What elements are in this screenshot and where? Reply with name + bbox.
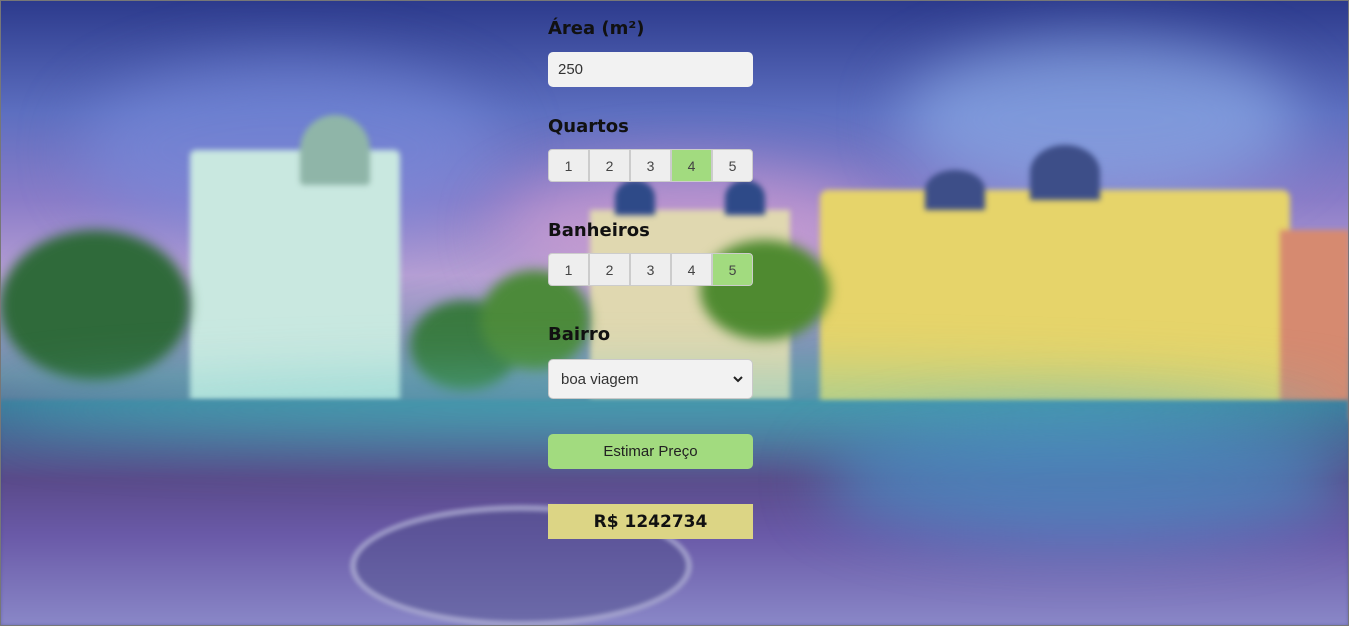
area-label: Área (m²) — [548, 18, 645, 39]
quartos-selector: 1 2 3 4 5 — [548, 149, 753, 182]
bairro-selected-value: boa viagem — [561, 370, 639, 388]
banheiros-option-5[interactable]: 5 — [712, 253, 753, 286]
area-input[interactable] — [548, 52, 753, 87]
banheiros-label: Banheiros — [548, 220, 650, 241]
estimate-price-button[interactable]: Estimar Preço — [548, 434, 753, 469]
quartos-label: Quartos — [548, 116, 629, 137]
quartos-option-3[interactable]: 3 — [630, 149, 671, 182]
price-estimator-form: Área (m²) Quartos 1 2 3 4 5 Banheiros 1 … — [548, 18, 753, 539]
banheiros-option-4[interactable]: 4 — [671, 253, 712, 286]
quartos-option-1[interactable]: 1 — [548, 149, 589, 182]
quartos-option-4[interactable]: 4 — [671, 149, 712, 182]
bairro-select[interactable]: boa viagem — [548, 359, 753, 399]
estimated-price-result: R$ 1242734 — [548, 504, 753, 539]
banheiros-option-2[interactable]: 2 — [589, 253, 630, 286]
bairro-label: Bairro — [548, 324, 611, 345]
banheiros-option-3[interactable]: 3 — [630, 253, 671, 286]
banheiros-option-1[interactable]: 1 — [548, 253, 589, 286]
chevron-down-icon — [733, 376, 743, 383]
quartos-option-5[interactable]: 5 — [712, 149, 753, 182]
banheiros-selector: 1 2 3 4 5 — [548, 253, 753, 286]
quartos-option-2[interactable]: 2 — [589, 149, 630, 182]
